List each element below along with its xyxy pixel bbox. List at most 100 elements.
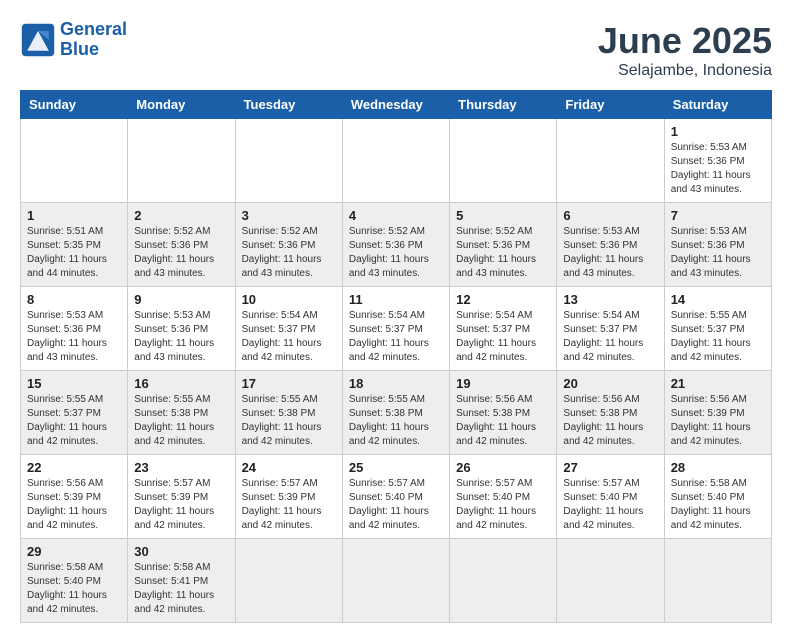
day-info: Sunrise: 5:58 AMSunset: 5:41 PMDaylight:… xyxy=(134,561,228,617)
day-header-monday: Monday xyxy=(128,91,235,119)
page-header: General Blue June 2025 Selajambe, Indone… xyxy=(20,20,772,80)
calendar-cell xyxy=(128,119,235,203)
calendar-cell: 6Sunrise: 5:53 AMSunset: 5:36 PMDaylight… xyxy=(557,203,664,287)
day-info: Sunrise: 5:56 AMSunset: 5:39 PMDaylight:… xyxy=(27,477,121,533)
day-info: Sunrise: 5:54 AMSunset: 5:37 PMDaylight:… xyxy=(456,309,550,365)
page-subtitle: Selajambe, Indonesia xyxy=(598,62,772,80)
day-info: Sunrise: 5:57 AMSunset: 5:40 PMDaylight:… xyxy=(349,477,443,533)
calendar-cell: 4Sunrise: 5:52 AMSunset: 5:36 PMDaylight… xyxy=(342,203,449,287)
calendar-week-row: 1Sunrise: 5:51 AMSunset: 5:35 PMDaylight… xyxy=(21,203,772,287)
calendar-cell: 13 Sunrise: 5:54 AMSunset: 5:37 PMDayligh… xyxy=(557,287,664,371)
day-number: 10 xyxy=(242,292,336,307)
day-info: Sunrise: 5:58 AMSunset: 5:40 PMDaylight:… xyxy=(671,477,765,533)
calendar-cell: 5Sunrise: 5:52 AMSunset: 5:36 PMDaylight… xyxy=(450,203,557,287)
calendar-cell: 8 Sunrise: 5:53 AMSunset: 5:36 PMDaylight… xyxy=(21,287,128,371)
calendar-cell: 12 Sunrise: 5:54 AMSunset: 5:37 PMDayligh… xyxy=(450,287,557,371)
day-number: 3 xyxy=(242,208,336,223)
day-header-sunday: Sunday xyxy=(21,91,128,119)
calendar-cell: 1 Sunrise: 5:53 AMSunset: 5:36 PMDaylight… xyxy=(664,119,771,203)
logo-line1: General xyxy=(60,19,127,39)
day-number: 26 xyxy=(456,460,550,475)
calendar-cell xyxy=(235,539,342,623)
calendar-cell: 28Sunrise: 5:58 AMSunset: 5:40 PMDayligh… xyxy=(664,455,771,539)
calendar-cell: 26 Sunrise: 5:57 AMSunset: 5:40 PMDayligh… xyxy=(450,455,557,539)
calendar-cell: 7Sunrise: 5:53 AMSunset: 5:36 PMDaylight… xyxy=(664,203,771,287)
day-info: Sunrise: 5:52 AMSunset: 5:36 PMDaylight:… xyxy=(242,225,336,281)
calendar-cell: 16 Sunrise: 5:55 AMSunset: 5:38 PMDayligh… xyxy=(128,371,235,455)
day-number: 25 xyxy=(349,460,443,475)
day-info: Sunrise: 5:53 AMSunset: 5:36 PMDaylight:… xyxy=(134,309,228,365)
calendar-cell: 25 Sunrise: 5:57 AMSunset: 5:40 PMDayligh… xyxy=(342,455,449,539)
day-info: Sunrise: 5:52 AMSunset: 5:36 PMDaylight:… xyxy=(134,225,228,281)
day-info: Sunrise: 5:51 AMSunset: 5:35 PMDaylight:… xyxy=(27,225,121,281)
day-header-thursday: Thursday xyxy=(450,91,557,119)
calendar-cell: 27Sunrise: 5:57 AMSunset: 5:40 PMDayligh… xyxy=(557,455,664,539)
calendar-cell: 17Sunrise: 5:55 AMSunset: 5:38 PMDayligh… xyxy=(235,371,342,455)
day-number: 1 xyxy=(671,124,765,139)
calendar-cell: 10 Sunrise: 5:54 AMSunset: 5:37 PMDayligh… xyxy=(235,287,342,371)
calendar-cell: 19Sunrise: 5:56 AMSunset: 5:38 PMDayligh… xyxy=(450,371,557,455)
day-number: 30 xyxy=(134,544,228,559)
day-number: 9 xyxy=(134,292,228,307)
calendar-cell xyxy=(557,539,664,623)
calendar-week-row: 29Sunrise: 5:58 AMSunset: 5:40 PMDayligh… xyxy=(21,539,772,623)
day-info: Sunrise: 5:55 AMSunset: 5:37 PMDaylight:… xyxy=(671,309,765,365)
day-info: Sunrise: 5:54 AMSunset: 5:37 PMDaylight:… xyxy=(242,309,336,365)
calendar-cell: 2 Sunrise: 5:52 AMSunset: 5:36 PMDaylight… xyxy=(128,203,235,287)
day-header-wednesday: Wednesday xyxy=(342,91,449,119)
calendar-cell xyxy=(342,539,449,623)
day-number: 27 xyxy=(563,460,657,475)
calendar-week-row: 22Sunrise: 5:56 AMSunset: 5:39 PMDayligh… xyxy=(21,455,772,539)
day-header-tuesday: Tuesday xyxy=(235,91,342,119)
day-info: Sunrise: 5:55 AMSunset: 5:38 PMDaylight:… xyxy=(134,393,228,449)
day-info: Sunrise: 5:55 AMSunset: 5:38 PMDaylight:… xyxy=(349,393,443,449)
day-number: 12 xyxy=(456,292,550,307)
day-number: 21 xyxy=(671,376,765,391)
day-number: 14 xyxy=(671,292,765,307)
day-info: Sunrise: 5:56 AMSunset: 5:38 PMDaylight:… xyxy=(563,393,657,449)
day-number: 13 xyxy=(563,292,657,307)
calendar-cell xyxy=(450,539,557,623)
calendar-header-row: SundayMondayTuesdayWednesdayThursdayFrid… xyxy=(21,91,772,119)
day-number: 2 xyxy=(134,208,228,223)
day-number: 16 xyxy=(134,376,228,391)
calendar-cell: 22Sunrise: 5:56 AMSunset: 5:39 PMDayligh… xyxy=(21,455,128,539)
calendar-cell: 11 Sunrise: 5:54 AMSunset: 5:37 PMDayligh… xyxy=(342,287,449,371)
day-info: Sunrise: 5:57 AMSunset: 5:39 PMDaylight:… xyxy=(242,477,336,533)
logo-line2: Blue xyxy=(60,39,99,59)
calendar-cell xyxy=(557,119,664,203)
day-number: 17 xyxy=(242,376,336,391)
calendar-cell: 21Sunrise: 5:56 AMSunset: 5:39 PMDayligh… xyxy=(664,371,771,455)
calendar-cell: 15Sunrise: 5:55 AMSunset: 5:37 PMDayligh… xyxy=(21,371,128,455)
day-number: 24 xyxy=(242,460,336,475)
calendar-cell xyxy=(21,119,128,203)
calendar-cell: 1Sunrise: 5:51 AMSunset: 5:35 PMDaylight… xyxy=(21,203,128,287)
title-block: June 2025 Selajambe, Indonesia xyxy=(598,20,772,80)
day-info: Sunrise: 5:53 AMSunset: 5:36 PMDaylight:… xyxy=(563,225,657,281)
day-info: Sunrise: 5:54 AMSunset: 5:37 PMDaylight:… xyxy=(563,309,657,365)
calendar-cell: 3 Sunrise: 5:52 AMSunset: 5:36 PMDaylight… xyxy=(235,203,342,287)
day-info: Sunrise: 5:55 AMSunset: 5:37 PMDaylight:… xyxy=(27,393,121,449)
calendar-cell: 18Sunrise: 5:55 AMSunset: 5:38 PMDayligh… xyxy=(342,371,449,455)
calendar-cell xyxy=(664,539,771,623)
day-number: 4 xyxy=(349,208,443,223)
calendar-cell: 24 Sunrise: 5:57 AMSunset: 5:39 PMDayligh… xyxy=(235,455,342,539)
day-header-saturday: Saturday xyxy=(664,91,771,119)
logo-text: General Blue xyxy=(60,20,127,60)
day-info: Sunrise: 5:53 AMSunset: 5:36 PMDaylight:… xyxy=(671,141,765,197)
calendar-cell xyxy=(342,119,449,203)
day-number: 8 xyxy=(27,292,121,307)
day-number: 11 xyxy=(349,292,443,307)
calendar-cell: 14 Sunrise: 5:55 AMSunset: 5:37 PMDayligh… xyxy=(664,287,771,371)
calendar-cell: 9 Sunrise: 5:53 AMSunset: 5:36 PMDaylight… xyxy=(128,287,235,371)
day-info: Sunrise: 5:53 AMSunset: 5:36 PMDaylight:… xyxy=(27,309,121,365)
day-number: 29 xyxy=(27,544,121,559)
day-info: Sunrise: 5:57 AMSunset: 5:40 PMDaylight:… xyxy=(456,477,550,533)
day-number: 20 xyxy=(563,376,657,391)
calendar-week-row: 1 Sunrise: 5:53 AMSunset: 5:36 PMDaylight… xyxy=(21,119,772,203)
day-info: Sunrise: 5:54 AMSunset: 5:37 PMDaylight:… xyxy=(349,309,443,365)
day-info: Sunrise: 5:56 AMSunset: 5:38 PMDaylight:… xyxy=(456,393,550,449)
calendar-cell xyxy=(450,119,557,203)
calendar-cell: 29Sunrise: 5:58 AMSunset: 5:40 PMDayligh… xyxy=(21,539,128,623)
page-title: June 2025 xyxy=(598,20,772,62)
